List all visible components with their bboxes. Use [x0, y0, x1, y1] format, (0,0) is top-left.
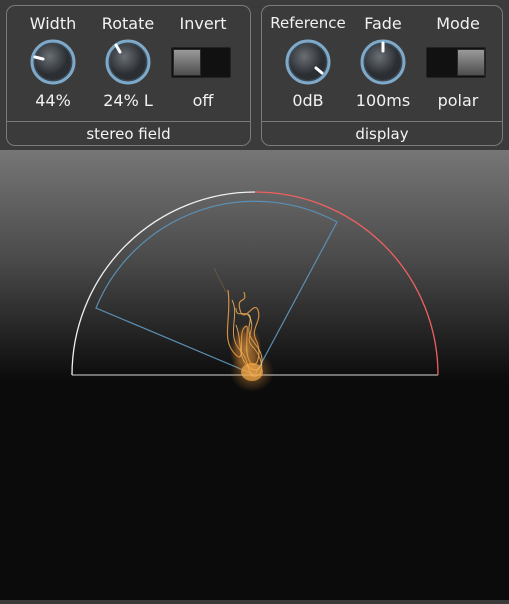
- mode-label: Mode: [436, 14, 480, 33]
- stereo-width-sector: [95, 200, 338, 376]
- width-label: Width: [29, 14, 77, 33]
- width-value: 44%: [35, 91, 71, 110]
- signal-trace: [213, 267, 274, 392]
- group-divider: [7, 121, 250, 122]
- toggle-thumb: [457, 49, 485, 76]
- width-knob[interactable]: [29, 38, 77, 86]
- polar-scope-view: [0, 150, 509, 600]
- fade-knob[interactable]: [359, 38, 407, 86]
- stereo-field-title: stereo field: [86, 125, 171, 143]
- rotate-value: 24% L: [103, 91, 153, 110]
- rotate-label: Rotate: [101, 14, 155, 33]
- reference-knob[interactable]: [284, 38, 332, 86]
- stereo-field-group: Width 44% Rotate 24% L Invert off stereo…: [6, 5, 251, 146]
- reference-value: 0dB: [292, 91, 324, 110]
- display-title: display: [355, 125, 409, 143]
- group-divider: [262, 121, 502, 122]
- controls-panel: Width 44% Rotate 24% L Invert off stereo…: [0, 0, 509, 150]
- invert-value: off: [192, 91, 214, 110]
- mode-toggle[interactable]: [426, 47, 486, 78]
- display-group: Reference 0dB Fade 100ms Mode polar disp…: [261, 5, 503, 146]
- invert-label: Invert: [179, 14, 227, 33]
- scope-right-arc: [254, 191, 439, 376]
- scope-left-arc: [71, 191, 256, 376]
- toggle-thumb: [173, 49, 201, 76]
- fade-label: Fade: [364, 14, 402, 33]
- fade-value: 100ms: [355, 91, 411, 110]
- scope-canvas: [71, 191, 439, 392]
- rotate-knob[interactable]: [104, 38, 152, 86]
- reference-label: Reference: [270, 14, 346, 32]
- mode-value: polar: [437, 91, 479, 110]
- invert-toggle[interactable]: [171, 47, 231, 78]
